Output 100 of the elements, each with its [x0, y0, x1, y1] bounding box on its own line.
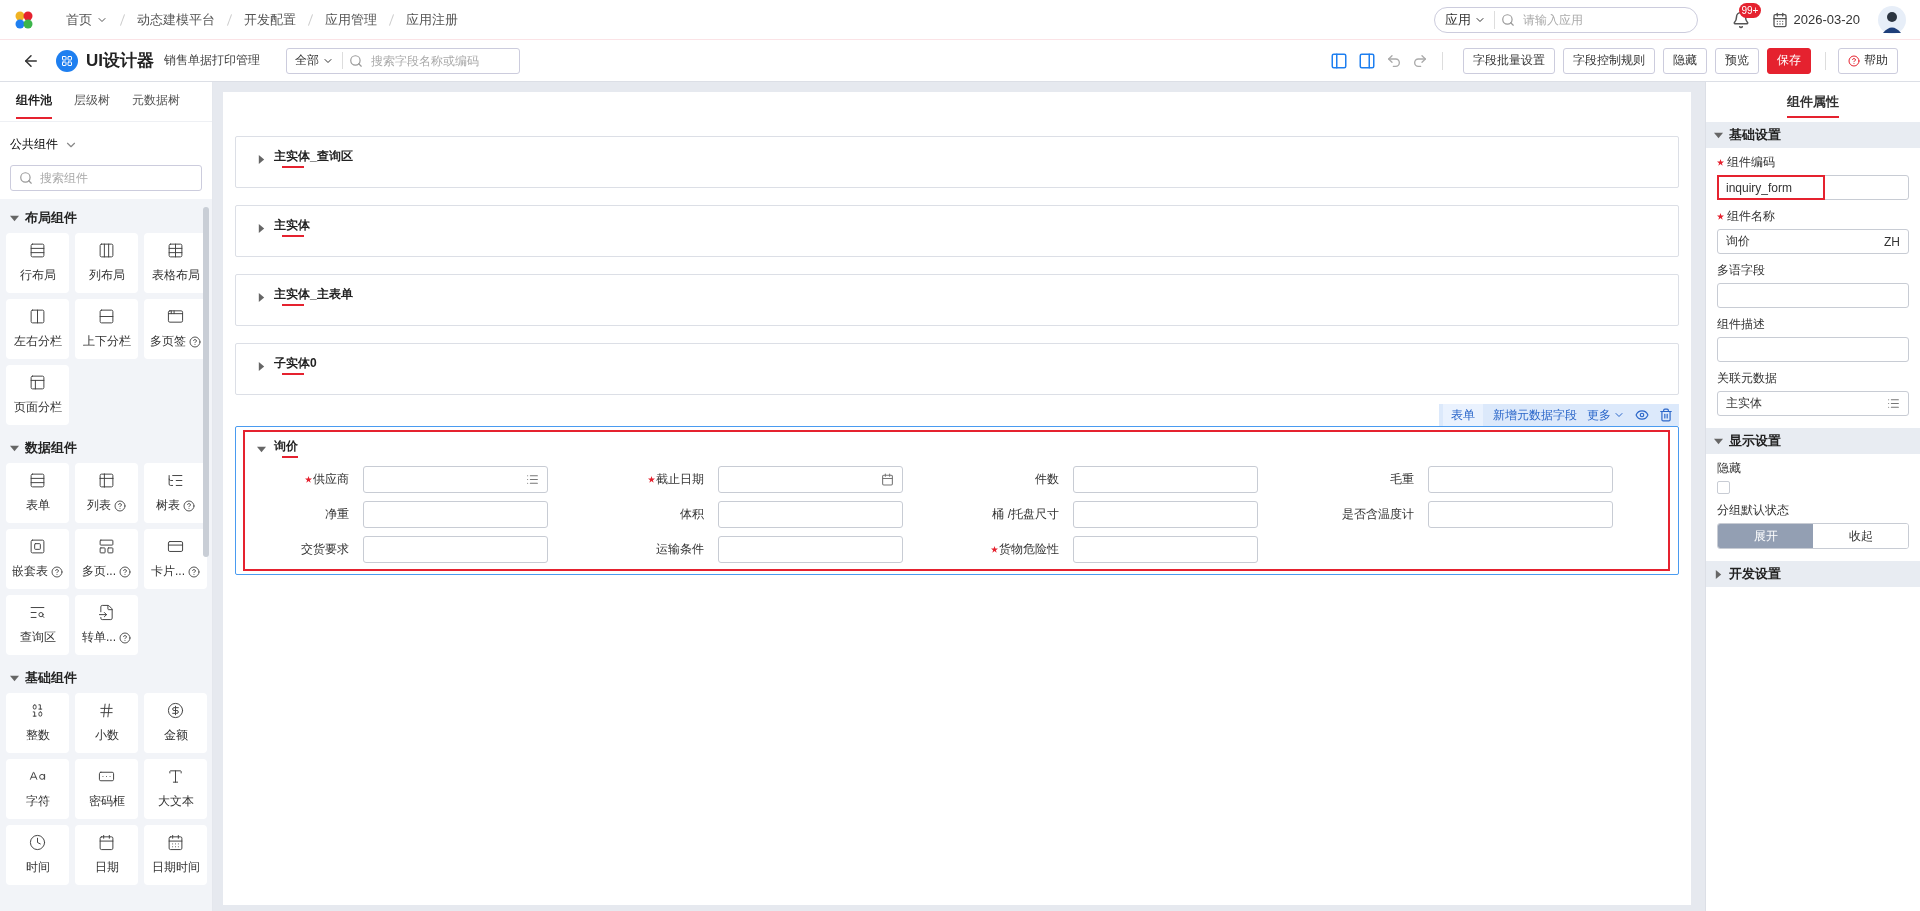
- input-field[interactable]: [1073, 536, 1258, 563]
- component-tile[interactable]: 整数: [6, 693, 69, 753]
- input-field[interactable]: [718, 536, 903, 563]
- input-field[interactable]: [363, 501, 548, 528]
- caret-down-icon[interactable]: [1714, 130, 1723, 140]
- add-field-link[interactable]: 新增元数据字段: [1493, 406, 1577, 424]
- help-icon[interactable]: [51, 565, 63, 578]
- search-input[interactable]: 搜索组件: [38, 170, 193, 186]
- component-tile[interactable]: 查询区: [6, 595, 69, 655]
- input-field[interactable]: [363, 466, 548, 493]
- caret-down-icon[interactable]: [10, 443, 19, 453]
- breadcrumb-link[interactable]: 开发配置: [244, 10, 296, 29]
- help-icon[interactable]: [119, 631, 131, 644]
- component-tile[interactable]: 左右分栏: [6, 299, 69, 359]
- input-field[interactable]: inquiry_form: [1717, 175, 1909, 200]
- breadcrumb-link[interactable]: 动态建模平台: [137, 10, 215, 29]
- avatar[interactable]: [1878, 5, 1906, 34]
- input-field[interactable]: [718, 466, 903, 493]
- component-tile[interactable]: 转单...: [75, 595, 138, 655]
- component-tile[interactable]: 卡片...: [144, 529, 207, 589]
- component-tile[interactable]: 时间: [6, 825, 69, 885]
- section-panel[interactable]: 子实体0: [235, 343, 1679, 395]
- eye-icon[interactable]: [1635, 408, 1649, 422]
- help-icon[interactable]: [1848, 54, 1860, 67]
- breadcrumb-link[interactable]: 首页: [66, 10, 108, 29]
- list-icon[interactable]: [526, 473, 539, 486]
- help-button[interactable]: 帮助: [1838, 47, 1898, 74]
- scrollbar[interactable]: [203, 207, 209, 557]
- help-icon[interactable]: [188, 565, 200, 578]
- input-field[interactable]: [1717, 283, 1909, 308]
- input-field[interactable]: [1428, 466, 1613, 493]
- toolbar-button[interactable]: 字段控制规则: [1563, 47, 1655, 74]
- logo-icon[interactable]: [14, 9, 34, 30]
- component-tile[interactable]: 密码框: [75, 759, 138, 819]
- caret-down-icon[interactable]: [10, 213, 19, 223]
- component-tile[interactable]: 多页...: [75, 529, 138, 589]
- group-header[interactable]: 开发设置: [1706, 561, 1920, 587]
- component-tile[interactable]: 小数: [75, 693, 138, 753]
- save-button[interactable]: 保存: [1767, 47, 1811, 74]
- component-tile[interactable]: 日期: [75, 825, 138, 885]
- section-panel[interactable]: 主实体: [235, 205, 1679, 257]
- help-icon[interactable]: [114, 499, 126, 512]
- section-panel[interactable]: 询价 供应商 截止日期 件数 毛重 净重 体积 桶 /托盘尺寸 是否含温度计 交货要求 运输条件 货物危险性: [235, 426, 1679, 575]
- calendar-icon[interactable]: [881, 473, 894, 486]
- group-header[interactable]: 显示设置: [1706, 428, 1920, 454]
- panel-tab[interactable]: 层级树: [74, 84, 110, 119]
- component-search-field[interactable]: 搜索组件: [10, 165, 202, 191]
- input-field[interactable]: 询价 ZH: [1717, 229, 1909, 254]
- input-field[interactable]: [1073, 501, 1258, 528]
- checkbox[interactable]: [1717, 481, 1730, 494]
- right-panel-icon[interactable]: [1358, 51, 1376, 70]
- component-tile[interactable]: 列表: [75, 463, 138, 523]
- input-field[interactable]: [1073, 466, 1258, 493]
- caret-right-icon[interactable]: [257, 361, 266, 371]
- input-field[interactable]: [363, 536, 548, 563]
- calendar-icon[interactable]: [1771, 11, 1788, 28]
- input-field[interactable]: [1428, 501, 1613, 528]
- caret-right-icon[interactable]: [257, 292, 266, 302]
- component-tile[interactable]: 页面分栏: [6, 365, 69, 425]
- component-tile[interactable]: 列布局: [75, 233, 138, 293]
- input-field[interactable]: [718, 501, 903, 528]
- component-tile[interactable]: 字符: [6, 759, 69, 819]
- field-search-field[interactable]: 全部 搜索字段名称或编码: [286, 47, 520, 74]
- component-tile[interactable]: 嵌套表: [6, 529, 69, 589]
- caret-down-icon[interactable]: [10, 673, 19, 683]
- properties-tab[interactable]: 组件属性: [1787, 93, 1839, 118]
- component-tile[interactable]: 表单: [6, 463, 69, 523]
- caret-down-icon[interactable]: [257, 444, 266, 454]
- breadcrumb-link[interactable]: 应用管理: [325, 10, 377, 29]
- scope-select[interactable]: 应用: [1444, 10, 1495, 29]
- scope-select[interactable]: 全部: [295, 52, 343, 69]
- section-panel[interactable]: 主实体_主表单: [235, 274, 1679, 326]
- more-menu[interactable]: 更多: [1587, 406, 1625, 424]
- toolbar-button[interactable]: 字段批量设置: [1463, 47, 1555, 74]
- help-icon[interactable]: [119, 565, 131, 578]
- caret-right-icon[interactable]: [257, 223, 266, 233]
- group-header[interactable]: 基础设置: [1706, 122, 1920, 148]
- component-type-tag[interactable]: 表单: [1443, 403, 1483, 427]
- panel-tab[interactable]: 元数据树: [132, 84, 180, 119]
- trash-icon[interactable]: [1659, 408, 1673, 422]
- panel-tab[interactable]: 组件池: [16, 84, 52, 119]
- input-field[interactable]: [1717, 337, 1909, 362]
- caret-right-icon[interactable]: [257, 154, 266, 164]
- breadcrumb-link[interactable]: 应用注册: [406, 10, 458, 29]
- section-panel[interactable]: 主实体_查询区: [235, 136, 1679, 188]
- component-tile[interactable]: 金额: [144, 693, 207, 753]
- caret-right-icon[interactable]: [1714, 569, 1723, 579]
- undo-icon[interactable]: [1386, 52, 1402, 69]
- input-field[interactable]: 主实体: [1717, 391, 1909, 416]
- help-icon[interactable]: [189, 335, 201, 348]
- left-panel-icon[interactable]: [1330, 51, 1348, 70]
- library-select[interactable]: 公共组件: [10, 136, 212, 153]
- component-tile[interactable]: 日期时间: [144, 825, 207, 885]
- toolbar-button[interactable]: 预览: [1715, 47, 1759, 74]
- toolbar-button[interactable]: 隐藏: [1663, 47, 1707, 74]
- list-icon[interactable]: [1887, 397, 1900, 410]
- component-tile[interactable]: 大文本: [144, 759, 207, 819]
- help-icon[interactable]: [183, 499, 195, 512]
- component-tile[interactable]: 上下分栏: [75, 299, 138, 359]
- caret-down-icon[interactable]: [1714, 436, 1723, 446]
